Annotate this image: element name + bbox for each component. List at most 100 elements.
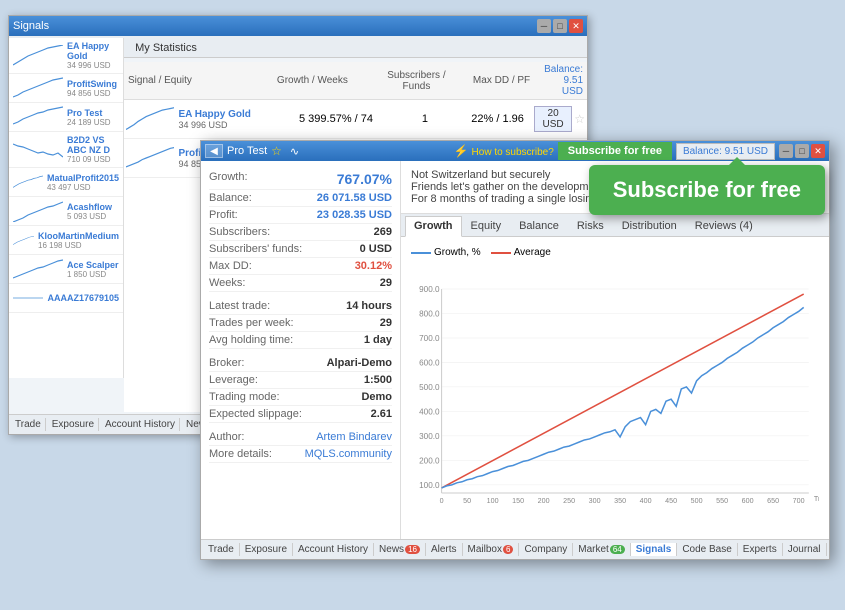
- subscribers-value: 269: [374, 226, 392, 238]
- svg-text:50: 50: [463, 497, 471, 505]
- svg-text:100.0: 100.0: [419, 481, 440, 490]
- svg-text:Trades: Trades: [814, 495, 819, 503]
- legend-average-line: [491, 252, 511, 254]
- stat-expected-slippage: Expected slippage: 2.61: [209, 406, 392, 423]
- th-growth: Growth / Weeks: [251, 75, 374, 86]
- sidebar-signal-name-2: ProfitSwing: [67, 79, 119, 89]
- chart-tab-equity[interactable]: Equity: [462, 216, 511, 236]
- ftab-journal[interactable]: Journal: [783, 543, 827, 556]
- sidebar-item-ea-happy-gold[interactable]: EA Happy Gold 34 996 USD: [9, 38, 123, 74]
- signal-chart-1: [126, 104, 174, 134]
- star-icon-title[interactable]: ☆: [271, 144, 282, 158]
- chart-tab-risks[interactable]: Risks: [568, 216, 613, 236]
- front-close-button[interactable]: ✕: [811, 144, 825, 158]
- ftab-news[interactable]: News16: [374, 543, 426, 556]
- svg-text:500: 500: [691, 497, 703, 505]
- sidebar-item-aaaa[interactable]: AAAAZ17679105: [9, 284, 123, 313]
- sidebar-signal-name-7: KlooMartinMedium: [38, 231, 119, 241]
- sidebar-chart-1: [13, 45, 63, 67]
- front-balance-badge: Balance: 9.51 USD: [676, 143, 775, 160]
- stat-trades-per-week: Trades per week: 29: [209, 315, 392, 332]
- svg-text:200: 200: [538, 497, 550, 505]
- ftab-experts[interactable]: Experts: [738, 543, 783, 556]
- svg-text:900.0: 900.0: [419, 285, 440, 294]
- slippage-value: 2.61: [371, 408, 392, 420]
- chart-tab-balance[interactable]: Balance: [510, 216, 568, 236]
- ftab-mailbox[interactable]: Mailbox6: [463, 543, 520, 556]
- front-bottom-tabs: Trade Exposure Account History News16 Al…: [201, 539, 829, 559]
- subscribe-popup-label: Subscribe for free: [613, 177, 801, 202]
- svg-text:150: 150: [512, 497, 524, 505]
- stat-author: Author: Artem Bindarev: [209, 429, 392, 446]
- avg-holding-value: 1 day: [364, 334, 392, 346]
- signal-sidebar: EA Happy Gold 34 996 USD ProfitSwing 94 …: [9, 38, 124, 378]
- stat-profit: Profit: 23 028.35 USD: [209, 207, 392, 224]
- sidebar-signal-usd-8: 1 850 USD: [67, 270, 119, 279]
- subscribe-for-free-button[interactable]: Subscribe for free: [558, 142, 672, 160]
- subscribe-popup[interactable]: Subscribe for free: [589, 165, 825, 215]
- ftab-company[interactable]: Company: [519, 543, 573, 556]
- back-maximize-button[interactable]: □: [553, 19, 567, 33]
- nav-back-button[interactable]: ◀: [205, 144, 223, 158]
- ftab-signals[interactable]: Signals: [631, 543, 678, 556]
- ftab-exposure[interactable]: Exposure: [240, 543, 293, 556]
- stat-broker: Broker: Alpari-Demo: [209, 355, 392, 372]
- legend-growth: Growth, %: [411, 247, 481, 258]
- stat-trading-mode: Trading mode: Demo: [209, 389, 392, 406]
- back-window-controls: ─ □ ✕: [537, 19, 583, 33]
- table-row[interactable]: EA Happy Gold 34 996 USD 5 399.57% / 74 …: [124, 100, 587, 139]
- ftab-account-history[interactable]: Account History: [293, 543, 374, 556]
- svg-text:600.0: 600.0: [419, 359, 440, 368]
- how-to-link[interactable]: ⚡ How to subscribe?: [454, 144, 554, 158]
- sidebar-signal-usd-5: 43 497 USD: [47, 183, 119, 192]
- svg-text:200.0: 200.0: [419, 456, 440, 465]
- sidebar-signal-usd-3: 24 189 USD: [67, 118, 119, 127]
- chart-tab-reviews[interactable]: Reviews (4): [686, 216, 762, 236]
- stat-subscribers-funds: Subscribers' funds: 0 USD: [209, 241, 392, 258]
- btab-trade[interactable]: Trade: [11, 418, 46, 431]
- tab-my-statistics[interactable]: My Statistics: [124, 38, 208, 57]
- sidebar-item-ace-scalper[interactable]: Ace Scalper 1 850 USD: [9, 255, 123, 284]
- btab-account-history[interactable]: Account History: [101, 418, 180, 431]
- maxdd-value: 30.12%: [355, 260, 392, 272]
- stat-weeks: Weeks: 29: [209, 275, 392, 292]
- mailbox-badge: 6: [503, 545, 513, 554]
- back-close-button[interactable]: ✕: [569, 19, 583, 33]
- btab-exposure[interactable]: Exposure: [48, 418, 99, 431]
- sidebar-item-kloo[interactable]: KlooMartinMedium 16 198 USD: [9, 226, 123, 255]
- chart-tab-distribution[interactable]: Distribution: [613, 216, 686, 236]
- stat-balance: Balance: 26 071.58 USD: [209, 190, 392, 207]
- sidebar-item-b2d2[interactable]: B2D2 VS ABC NZ D 710 09 USD: [9, 132, 123, 168]
- chart-tab-bar: Growth Equity Balance Risks Distribution…: [401, 214, 829, 237]
- growth-chart-area: Growth, % Average: [401, 237, 829, 539]
- front-maximize-button[interactable]: □: [795, 144, 809, 158]
- chart-tab-growth[interactable]: Growth: [405, 216, 462, 237]
- star-icon-1[interactable]: ☆: [574, 112, 585, 126]
- svg-text:400: 400: [640, 497, 652, 505]
- ftab-codebase[interactable]: Code Base: [677, 543, 737, 556]
- more-details-link[interactable]: MQLS.community: [305, 448, 392, 460]
- svg-text:450: 450: [665, 497, 677, 505]
- broker-value: Alpari-Demo: [327, 357, 392, 369]
- ftab-market[interactable]: Market64: [573, 543, 630, 556]
- svg-text:0: 0: [440, 497, 444, 505]
- sidebar-chart-8: [13, 258, 63, 280]
- sidebar-item-matual[interactable]: MatualProfit2015 43 497 USD: [9, 168, 123, 197]
- stat-subscribers: Subscribers: 269: [209, 224, 392, 241]
- signal-growth-1: 5 399.57% / 74: [284, 113, 389, 125]
- sidebar-item-acashflow[interactable]: Acashflow 5 093 USD: [9, 197, 123, 226]
- ftab-alerts[interactable]: Alerts: [426, 543, 463, 556]
- svg-text:600: 600: [742, 497, 754, 505]
- sidebar-chart-5: [13, 171, 43, 193]
- front-minimize-button[interactable]: ─: [779, 144, 793, 158]
- signal-price-button-1[interactable]: 20 USD: [534, 106, 572, 132]
- stat-more-details: More details: MQLS.community: [209, 446, 392, 463]
- back-minimize-button[interactable]: ─: [537, 19, 551, 33]
- sidebar-item-pro-test[interactable]: Pro Test 24 189 USD: [9, 103, 123, 132]
- author-link[interactable]: Artem Bindarev: [316, 431, 392, 443]
- signal-maxdd-1: 22% / 1.96: [461, 113, 534, 125]
- th-maxdd: Max DD / PF: [459, 75, 544, 86]
- front-window-title: Pro Test: [227, 145, 267, 157]
- sidebar-item-profitswing[interactable]: ProfitSwing 94 856 USD: [9, 74, 123, 103]
- ftab-trade[interactable]: Trade: [203, 543, 240, 556]
